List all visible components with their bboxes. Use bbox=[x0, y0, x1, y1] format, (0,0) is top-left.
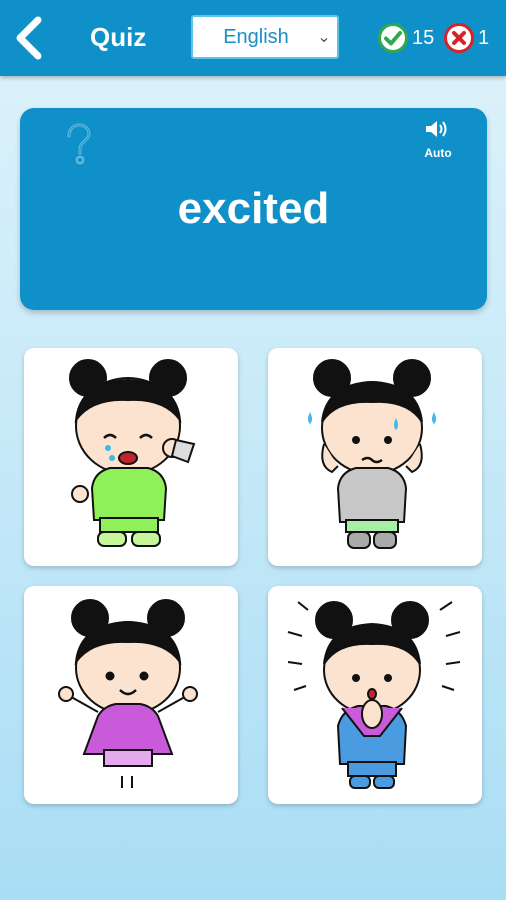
question-mark-icon bbox=[67, 123, 91, 165]
chevron-down-icon: ⌄ bbox=[317, 29, 331, 46]
hint-button[interactable] bbox=[60, 122, 96, 166]
happy-girl-illustration bbox=[58, 599, 198, 788]
back-button[interactable] bbox=[10, 14, 50, 62]
language-select-value: English bbox=[223, 25, 289, 48]
check-circle-icon bbox=[378, 23, 408, 53]
speaker-icon bbox=[426, 121, 447, 137]
wrong-count: 1 bbox=[478, 26, 490, 49]
correct-score: 15 bbox=[378, 23, 434, 53]
answer-option-worried[interactable] bbox=[268, 348, 482, 566]
back-arrow-icon bbox=[16, 16, 42, 60]
worried-girl-illustration bbox=[308, 359, 436, 549]
top-bar: Quiz English ⌄ 15 1 bbox=[0, 0, 506, 76]
answer-option-excited[interactable] bbox=[268, 586, 482, 804]
x-circle-icon bbox=[444, 23, 474, 53]
answer-option-happy[interactable] bbox=[24, 586, 238, 804]
audio-button[interactable]: Auto bbox=[408, 118, 468, 170]
language-select[interactable]: English ⌄ bbox=[191, 15, 339, 59]
crying-girl-illustration bbox=[69, 359, 196, 547]
page-title: Quiz bbox=[90, 22, 147, 52]
answer-option-crying[interactable] bbox=[24, 348, 238, 566]
correct-count: 15 bbox=[412, 26, 435, 49]
audio-auto-label: Auto bbox=[424, 146, 452, 160]
excited-girl-illustration bbox=[287, 601, 461, 789]
word-card: Auto excited bbox=[20, 108, 487, 310]
wrong-score: 1 bbox=[444, 23, 489, 53]
quiz-word: excited bbox=[177, 184, 330, 233]
